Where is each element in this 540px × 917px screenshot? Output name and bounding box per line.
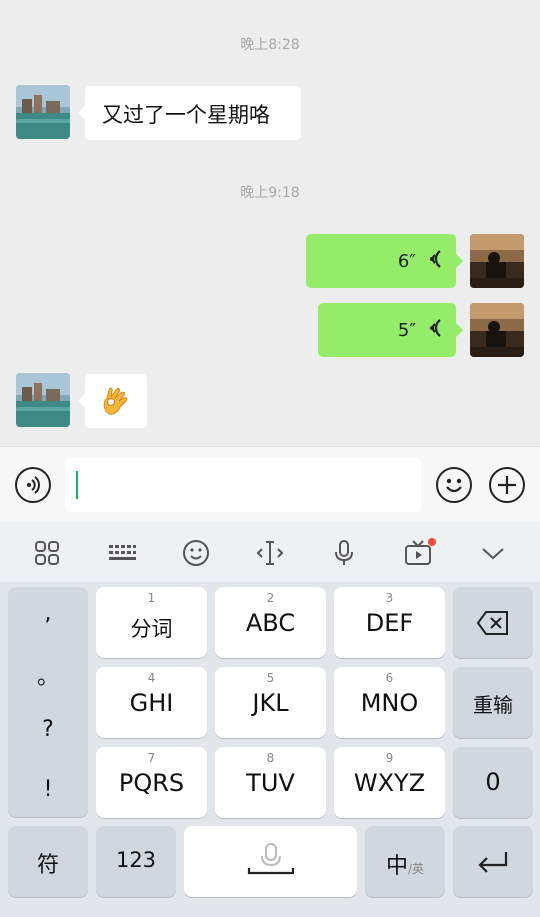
message-text: 又过了一个星期咯 [102, 103, 270, 127]
lang-chinese-label: 中 [385, 854, 408, 879]
key-number: 9 [385, 751, 394, 765]
message-input[interactable] [65, 458, 421, 512]
apps-grid-icon[interactable] [33, 538, 63, 568]
key-number: 4 [147, 671, 156, 685]
voice-wave-icon [424, 317, 444, 344]
contact-avatar[interactable] [16, 373, 70, 427]
contact-avatar[interactable] [16, 85, 70, 139]
backspace-icon [476, 611, 508, 635]
key-number: 8 [266, 751, 275, 765]
key-0[interactable]: 0 [453, 747, 533, 818]
key-label: MNO [360, 689, 419, 717]
voice-message[interactable]: 6″ [306, 234, 463, 288]
punct-comma[interactable]: , [8, 601, 88, 626]
avatar-image [16, 373, 70, 427]
key-label: 123 [115, 848, 157, 872]
backspace-key[interactable] [453, 587, 533, 658]
key-7[interactable]: 7 PQRS [96, 747, 207, 818]
chevron-down-icon[interactable] [478, 538, 508, 568]
key-number: 1 [147, 591, 156, 605]
plus-icon[interactable] [489, 467, 525, 503]
reenter-key[interactable]: 重输 [453, 667, 533, 738]
lang-english-label: /英 [407, 862, 425, 876]
key-number: 5 [266, 671, 275, 685]
punct-period[interactable]: 。 [8, 659, 88, 691]
voice-duration: 6″ [397, 250, 416, 272]
emoji-icon[interactable] [181, 538, 211, 568]
emoji-icon[interactable] [436, 467, 472, 503]
punctuation-column[interactable]: , 。 ? ! [8, 587, 88, 817]
chat-area[interactable]: 晚上8:28 又过了一个星期咯 晚上9:18 6″ 5″ [0, 0, 540, 446]
timestamp: 晚上8:28 [240, 37, 300, 53]
symbol-key[interactable]: 符 [8, 826, 88, 897]
key-3[interactable]: 3 DEF [334, 587, 445, 658]
my-avatar[interactable] [470, 303, 524, 357]
avatar-image [470, 234, 524, 288]
numbers-key[interactable]: 123 [96, 826, 176, 897]
key-number: 6 [385, 671, 394, 685]
key-label: 0 [485, 768, 501, 796]
voice-wave-icon [424, 248, 444, 275]
voice-input-icon[interactable] [15, 467, 51, 503]
key-5[interactable]: 5 JKL [215, 667, 326, 738]
received-message[interactable]: 又过了一个星期咯 [78, 86, 301, 140]
key-label: 重输 [473, 693, 513, 717]
voice-message[interactable]: 5″ [318, 303, 463, 357]
key-label: PQRS [118, 769, 185, 797]
enter-icon [478, 852, 508, 873]
key-label: DEF [365, 609, 414, 637]
text-cursor-icon[interactable] [255, 538, 285, 568]
space-key[interactable] [184, 826, 357, 897]
voice-duration: 5″ [397, 319, 416, 341]
microphone-icon [247, 843, 295, 875]
key-number: 2 [266, 591, 275, 605]
timestamp: 晚上9:18 [240, 185, 300, 201]
key-9[interactable]: 9 WXYZ [334, 747, 445, 818]
language-switch-key[interactable]: 中/英 [365, 826, 445, 897]
avatar-image [16, 85, 70, 139]
my-avatar[interactable] [470, 234, 524, 288]
key-label: ABC [245, 609, 296, 637]
key-6[interactable]: 6 MNO [334, 667, 445, 738]
text-cursor [76, 471, 78, 499]
punct-question[interactable]: ? [8, 717, 88, 742]
keyboard: , 。 ? ! 1 分词 2 ABC 3 DEF 4 GHI 5 JKL 6 M… [0, 582, 540, 917]
enter-key[interactable] [453, 826, 533, 897]
ok-hand-emoji-icon [99, 384, 133, 423]
key-8[interactable]: 8 TUV [215, 747, 326, 818]
key-label: JKL [252, 689, 289, 717]
key-label: WXYZ [353, 769, 426, 797]
keyboard-icon[interactable] [106, 538, 138, 568]
input-bar [0, 446, 540, 523]
key-label: 符 [36, 853, 59, 878]
microphone-icon[interactable] [329, 538, 359, 568]
key-number: 3 [385, 591, 394, 605]
keyboard-toolbar [0, 522, 540, 582]
received-emoji-message[interactable] [78, 374, 147, 428]
key-1[interactable]: 1 分词 [96, 587, 207, 658]
key-4[interactable]: 4 GHI [96, 667, 207, 738]
key-label: TUV [246, 769, 295, 797]
avatar-image [470, 303, 524, 357]
key-label: 分词 [130, 617, 173, 641]
key-label: GHI [129, 689, 174, 717]
punct-exclaim[interactable]: ! [8, 777, 88, 802]
key-number: 7 [147, 751, 156, 765]
tv-icon[interactable] [403, 538, 436, 568]
key-2[interactable]: 2 ABC [215, 587, 326, 658]
